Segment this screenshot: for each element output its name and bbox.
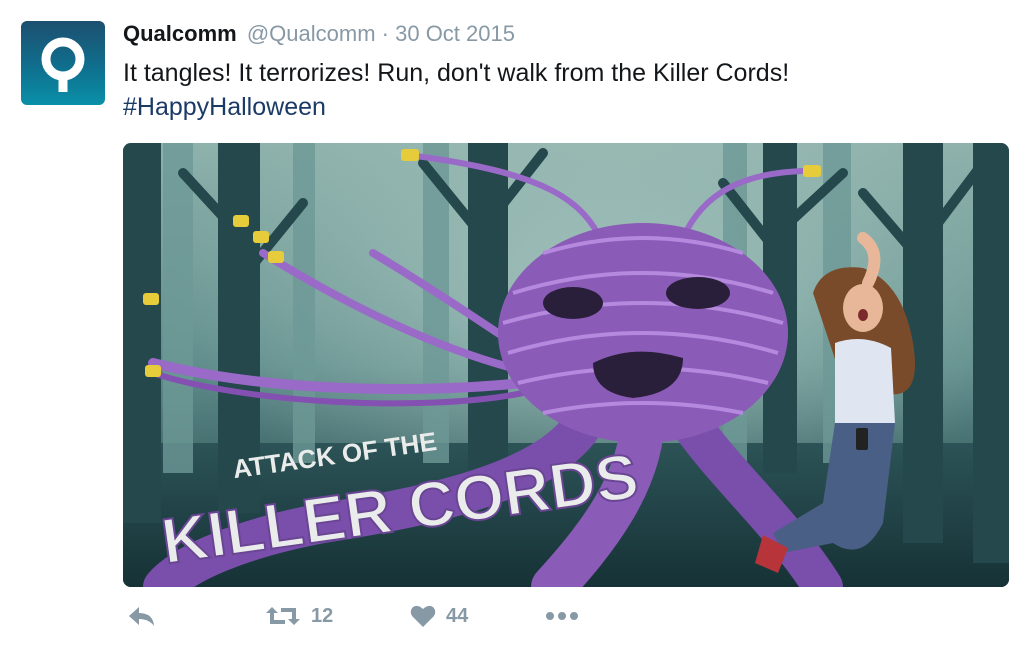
reply-button[interactable] — [127, 604, 157, 628]
tweet-header: Qualcomm @Qualcomm · 30 Oct 2015 — [123, 20, 515, 48]
tweet-body: It tangles! It terrorizes! Run, don't wa… — [123, 59, 790, 87]
like-count: 44 — [446, 604, 469, 627]
killer-cords-illustration: ATTACK OF THE KILLER CORDS — [123, 143, 1009, 587]
author-name[interactable]: Qualcomm — [123, 21, 237, 46]
retweet-button[interactable]: 12 — [265, 604, 333, 628]
heart-icon — [410, 605, 436, 627]
more-icon — [546, 612, 578, 620]
tweet-actions: 12 44 — [123, 604, 723, 644]
tweet-text: It tangles! It terrorizes! Run, don't wa… — [123, 56, 1003, 124]
reply-icon — [129, 607, 154, 626]
tweet-media-image[interactable]: ATTACK OF THE KILLER CORDS — [123, 143, 1009, 587]
more-button[interactable] — [545, 604, 579, 628]
author-handle[interactable]: @Qualcomm — [247, 21, 376, 46]
retweet-count: 12 — [311, 604, 334, 627]
tweet-date[interactable]: 30 Oct 2015 — [395, 21, 515, 46]
qualcomm-logo-icon — [41, 37, 85, 92]
separator-dot: · — [381, 21, 389, 46]
hashtag-link[interactable]: #HappyHalloween — [123, 90, 1003, 124]
like-button[interactable]: 44 — [410, 604, 468, 628]
retweet-icon — [266, 607, 300, 625]
qualcomm-avatar[interactable] — [21, 21, 105, 105]
